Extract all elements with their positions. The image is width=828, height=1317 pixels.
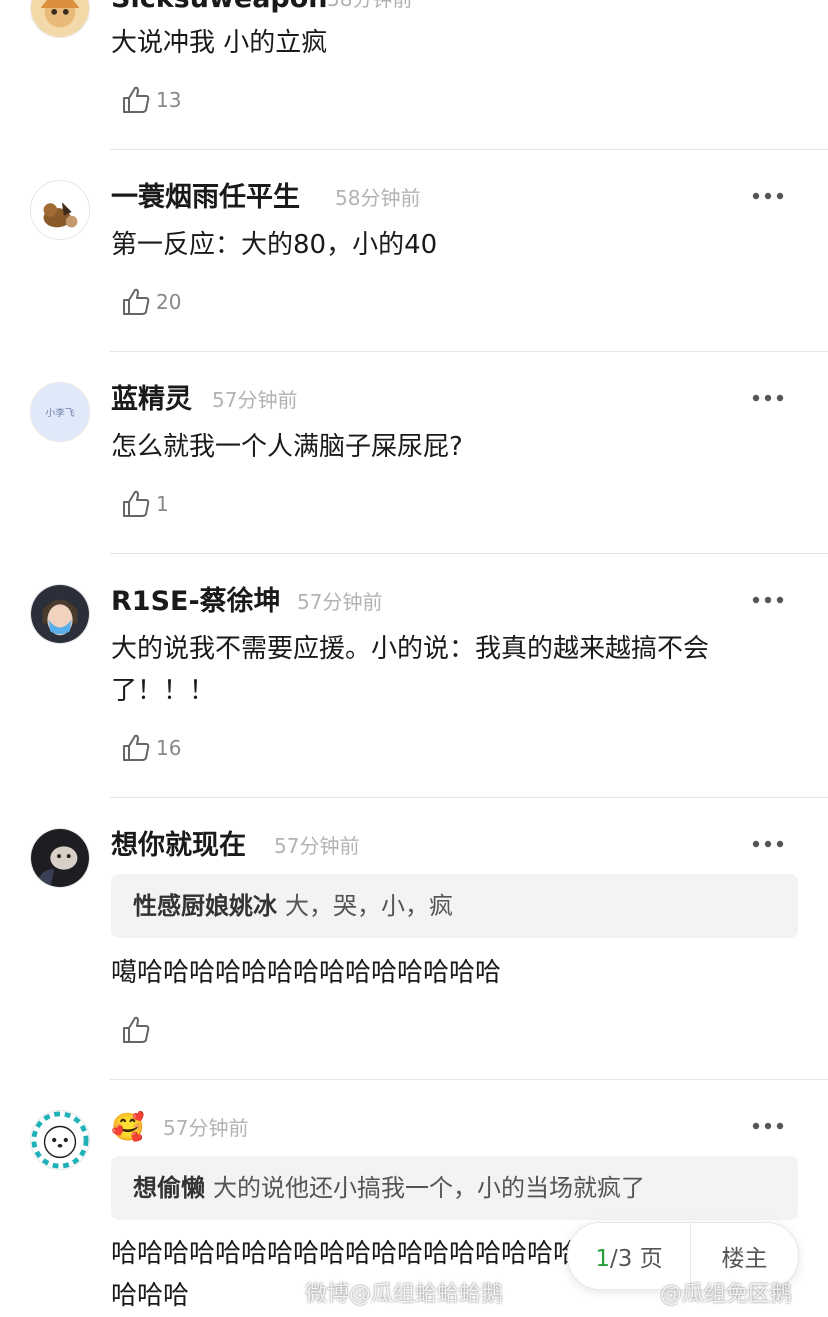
comment-time: 57分钟前: [297, 590, 383, 614]
avatar-text: 小李飞: [46, 407, 75, 419]
divider: [110, 149, 828, 150]
comment-time: 57分钟前: [274, 834, 360, 858]
quote-author[interactable]: 想偷懒: [133, 1174, 205, 1202]
comment-author[interactable]: 一蓑烟雨任平生: [111, 181, 300, 215]
more-dots-icon: [752, 192, 784, 200]
host-only-button[interactable]: 楼主: [691, 1239, 798, 1273]
like-count: 1: [156, 492, 169, 516]
comment-text: 噶哈哈哈哈哈哈哈哈哈哈哈哈哈哈: [111, 958, 502, 988]
more-button[interactable]: [750, 1118, 786, 1134]
comment-time: 57分钟前: [163, 1116, 249, 1140]
comment-text: 大说冲我 小的立疯: [111, 28, 328, 58]
comment-text: 第一反应：大的80，小的40: [111, 230, 438, 260]
like-count: 20: [156, 290, 182, 314]
divider: [110, 1079, 828, 1080]
avatar[interactable]: [30, 584, 90, 644]
thumbs-up-icon: [123, 490, 150, 517]
thumbs-up-icon: [123, 734, 150, 761]
more-dots-icon: [752, 1122, 784, 1130]
avatar[interactable]: [30, 1110, 90, 1170]
comment-author[interactable]: R1SE-蔡徐坤: [111, 585, 281, 619]
watermark-right: @瓜组免区鹅: [660, 1282, 793, 1307]
thumbs-up-icon: [123, 86, 150, 113]
more-button[interactable]: [750, 390, 786, 406]
current-page: 1: [595, 1246, 610, 1272]
like-button[interactable]: [120, 1013, 156, 1047]
comment-author[interactable]: 蓝精灵: [111, 383, 192, 417]
more-dots-icon: [752, 596, 784, 604]
comment-author[interactable]: Sicksuweapon: [111, 0, 328, 16]
divider: [110, 351, 828, 352]
page-indicator[interactable]: 1/3 页: [568, 1239, 690, 1273]
like-button[interactable]: 1: [120, 487, 169, 521]
thumbs-up-icon: [123, 288, 150, 315]
quote-author[interactable]: 性感厨娘姚冰: [133, 892, 277, 920]
more-button[interactable]: [750, 188, 786, 204]
comment-time: 58分钟前: [335, 186, 421, 210]
avatar[interactable]: [30, 180, 90, 240]
like-button[interactable]: 16: [120, 731, 181, 765]
more-button[interactable]: [750, 836, 786, 852]
comment-author[interactable]: 🥰: [111, 1111, 145, 1145]
comment-time: 58分钟前: [327, 0, 412, 16]
quote-text: 大，哭，小，疯: [285, 892, 453, 920]
more-button[interactable]: [750, 592, 786, 608]
more-dots-icon: [752, 394, 784, 402]
quote-text: 大的说他还小搞我一个，小的当场就疯了: [213, 1174, 645, 1202]
divider: [110, 797, 828, 798]
like-count: 16: [156, 736, 182, 760]
avatar[interactable]: [30, 828, 90, 888]
avatar[interactable]: 小李飞: [30, 382, 90, 442]
comment-text: 怎么就我一个人满脑子屎尿屁?: [111, 432, 463, 462]
quoted-reply[interactable]: 性感厨娘姚冰 大，哭，小，疯: [111, 874, 798, 938]
thumbs-up-icon: [123, 1016, 150, 1043]
divider: [110, 553, 828, 554]
quoted-reply[interactable]: 想偷懒 大的说他还小搞我一个，小的当场就疯了: [111, 1156, 798, 1220]
total-pages: /3 页: [609, 1246, 663, 1272]
comment-author[interactable]: 想你就现在: [111, 829, 246, 863]
like-count: 13: [156, 88, 182, 112]
like-button[interactable]: 13: [120, 83, 181, 117]
like-button[interactable]: 20: [120, 285, 181, 319]
comment-time: 57分钟前: [212, 388, 298, 412]
watermark-left: 微博@瓜组蛤蛤蛤鹅: [305, 1282, 504, 1307]
avatar[interactable]: [30, 0, 90, 38]
more-dots-icon: [752, 840, 784, 848]
comment-text: 大的说我不需要应援。小的说：我真的越来越搞不会了！！！: [111, 634, 710, 706]
